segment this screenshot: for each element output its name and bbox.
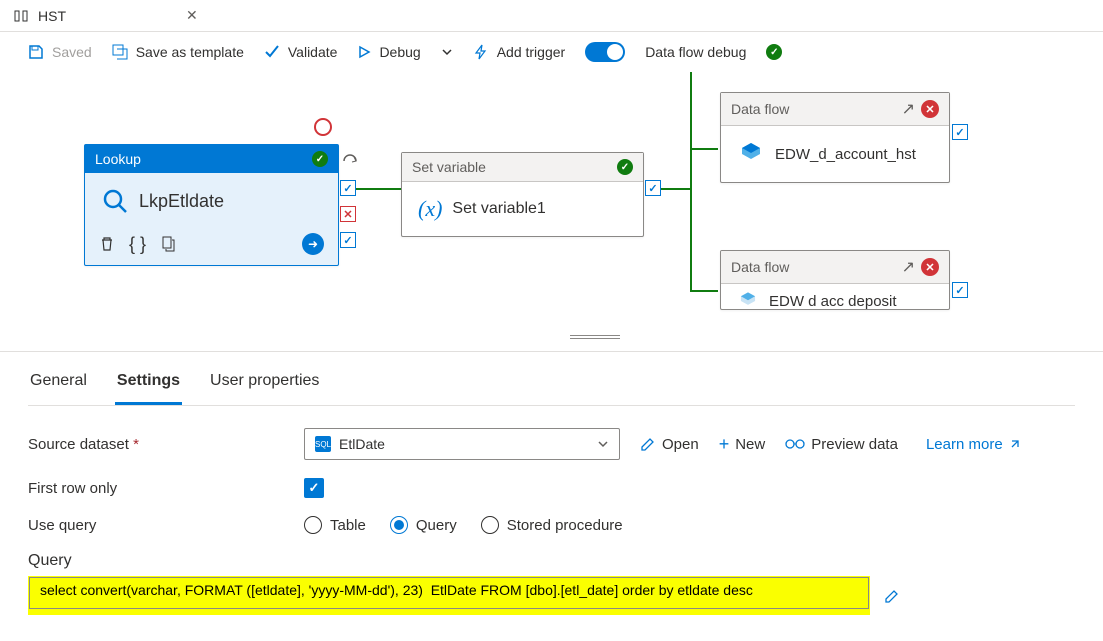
node-body: EDW d acc deposit xyxy=(721,284,949,310)
query-label: Query xyxy=(28,552,1075,570)
node-header: Data flow ↗ ✕ xyxy=(721,93,949,126)
copy-icon[interactable] xyxy=(160,236,176,252)
activity-name: EDW_d_account_hst xyxy=(775,146,916,163)
external-link-icon xyxy=(1009,438,1021,450)
dataflow-activity-2[interactable]: Data flow ↗ ✕ EDW d acc deposit xyxy=(720,250,950,310)
use-query-radio-group: Table Query Stored procedure xyxy=(304,516,623,534)
toolbar: Saved Save as template Validate Debug Ad… xyxy=(0,32,1103,72)
activity-name: Set variable1 xyxy=(452,200,545,218)
success-icon: ✓ xyxy=(617,159,633,175)
preview-data-button[interactable]: Preview data xyxy=(785,436,898,453)
properties-panel: General Settings User properties Source … xyxy=(0,352,1103,627)
error-icon: ✕ xyxy=(921,100,939,118)
use-query-label: Use query xyxy=(28,517,304,534)
use-query-row: Use query Table Query Stored procedure xyxy=(28,516,1075,534)
debug-button[interactable]: Debug xyxy=(357,44,420,60)
save-as-template-button[interactable]: Save as template xyxy=(112,44,244,60)
node-body: EDW_d_account_hst xyxy=(721,126,949,182)
connector xyxy=(690,72,692,292)
first-row-only-row: First row only ✓ xyxy=(28,478,1075,498)
popout-icon[interactable]: ↗ xyxy=(902,257,915,277)
tab-settings[interactable]: Settings xyxy=(115,364,182,405)
fail-port[interactable]: ✕ xyxy=(340,206,356,222)
error-icon: ✕ xyxy=(921,258,939,276)
sql-icon: SQL xyxy=(315,436,331,452)
chevron-down-icon xyxy=(597,438,609,450)
radio-stored-procedure[interactable]: Stored procedure xyxy=(481,516,623,534)
variable-icon: (x) xyxy=(418,196,442,222)
success-port[interactable]: ✓ xyxy=(645,180,661,196)
set-variable-activity[interactable]: Set variable ✓ (x) Set variable1 xyxy=(401,152,644,237)
learn-more-link[interactable]: Learn more xyxy=(926,436,1021,453)
connector xyxy=(660,188,690,190)
tab-bar: HST ✕ xyxy=(0,0,1103,32)
complete-port[interactable]: ✓ xyxy=(340,232,356,248)
plus-icon: + xyxy=(719,434,730,455)
success-port[interactable]: ✓ xyxy=(952,282,968,298)
new-button[interactable]: + New xyxy=(719,434,766,455)
source-dataset-row: Source dataset * SQL EtlDate Open + New … xyxy=(28,428,1075,460)
resize-handle[interactable] xyxy=(570,335,620,339)
lookup-icon xyxy=(101,187,129,215)
query-input[interactable]: select convert(varchar, FORMAT ([etldate… xyxy=(29,577,869,609)
validate-button[interactable]: Validate xyxy=(264,44,338,60)
node-body: LkpEtldate xyxy=(85,173,338,225)
braces-icon[interactable]: { } xyxy=(129,234,146,255)
source-dataset-label: Source dataset * xyxy=(28,436,304,453)
success-icon: ✓ xyxy=(312,151,328,167)
activity-name: EDW d acc deposit xyxy=(769,293,897,310)
add-trigger-button[interactable]: Add trigger xyxy=(473,44,565,60)
save-icon xyxy=(28,44,44,60)
pencil-icon xyxy=(640,436,656,452)
data-flow-debug-toggle[interactable] xyxy=(585,42,625,62)
pipeline-tab[interactable]: HST ✕ xyxy=(6,3,206,28)
expand-icon[interactable] xyxy=(342,153,358,169)
saved-status: Saved xyxy=(28,44,92,60)
preview-icon xyxy=(785,437,805,451)
template-icon xyxy=(112,44,128,60)
first-row-only-label: First row only xyxy=(28,480,304,497)
chevron-down-icon xyxy=(441,46,453,58)
edit-query-icon[interactable] xyxy=(884,588,900,604)
dataflow-activity-1[interactable]: Data flow ↗ ✕ EDW_d_account_hst xyxy=(720,92,950,183)
close-icon[interactable]: ✕ xyxy=(186,7,198,24)
connector xyxy=(355,188,401,190)
radio-table[interactable]: Table xyxy=(304,516,366,534)
lookup-activity[interactable]: Lookup ✓ LkpEtldate { } ➜ xyxy=(84,144,339,266)
arrow-icon[interactable]: ➜ xyxy=(302,233,324,255)
debug-dropdown[interactable] xyxy=(441,46,453,58)
play-icon xyxy=(357,45,371,59)
status-indicator xyxy=(314,118,332,136)
popout-icon[interactable]: ↗ xyxy=(902,99,915,119)
query-row: Query select convert(varchar, FORMAT ([e… xyxy=(28,552,1075,615)
debug-status-icon: ✓ xyxy=(766,44,782,60)
radio-query[interactable]: Query xyxy=(390,516,457,534)
node-header: Data flow ↗ ✕ xyxy=(721,251,949,284)
success-port[interactable]: ✓ xyxy=(952,124,968,140)
success-port[interactable]: ✓ xyxy=(340,180,356,196)
data-flow-debug-label: Data flow debug xyxy=(645,44,746,60)
activity-name: LkpEtldate xyxy=(139,191,224,212)
first-row-only-checkbox[interactable]: ✓ xyxy=(304,478,324,498)
dataflow-icon xyxy=(737,290,759,310)
node-footer: { } ➜ xyxy=(85,225,338,265)
tab-general[interactable]: General xyxy=(28,364,89,405)
node-header: Set variable ✓ xyxy=(402,153,643,182)
tab-user-properties[interactable]: User properties xyxy=(208,364,321,405)
node-body: (x) Set variable1 xyxy=(402,182,643,236)
connector xyxy=(690,290,718,292)
open-button[interactable]: Open xyxy=(640,436,699,453)
trigger-icon xyxy=(473,44,489,60)
node-header: Lookup ✓ xyxy=(85,145,338,173)
pipeline-icon xyxy=(14,9,28,23)
tab-title: HST xyxy=(38,8,66,24)
source-dataset-select[interactable]: SQL EtlDate xyxy=(304,428,620,460)
pipeline-canvas[interactable]: Lookup ✓ LkpEtldate { } ➜ ✓ ✕ ✓ Set vari… xyxy=(0,72,1103,352)
connector xyxy=(690,148,718,150)
properties-tabs: General Settings User properties xyxy=(28,364,1075,406)
delete-icon[interactable] xyxy=(99,236,115,252)
dataflow-icon xyxy=(737,140,765,168)
check-icon xyxy=(264,44,280,60)
